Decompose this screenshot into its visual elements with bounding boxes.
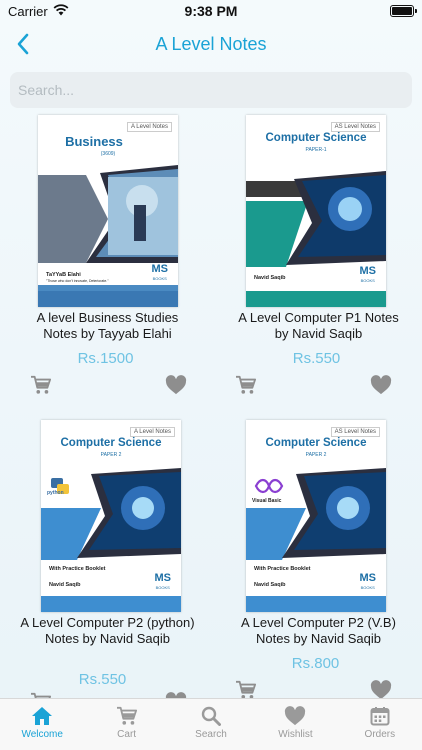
product-price: Rs.800 bbox=[291, 655, 340, 672]
cover-booklet: With Practice Booklet bbox=[49, 566, 106, 572]
add-to-cart-button[interactable] bbox=[29, 691, 53, 698]
cover-author: Navid Saqib bbox=[254, 275, 286, 281]
cover-title: Business bbox=[65, 134, 123, 149]
tab-search[interactable]: Search bbox=[169, 699, 253, 750]
cover-title: Computer Science bbox=[265, 132, 367, 144]
cover-subtitle: PAPER-1 bbox=[305, 147, 327, 153]
cover-title: Computer Science bbox=[265, 437, 367, 449]
wishlist-button[interactable] bbox=[369, 679, 393, 698]
cover-author: Navid Saqib bbox=[254, 582, 286, 588]
add-to-cart-button[interactable] bbox=[234, 679, 258, 698]
product-price: Rs.1500 bbox=[77, 350, 134, 367]
ms-books-logo: MS BOOKS bbox=[152, 264, 169, 283]
product-cover-image[interactable]: A Level Notes Computer Science PAPER 2 p… bbox=[41, 420, 181, 612]
status-left: Carrier bbox=[8, 4, 69, 19]
product-card[interactable]: AS Level Notes Computer Science PAPER-1 … bbox=[211, 110, 422, 410]
cart-icon bbox=[236, 680, 256, 698]
cover-subtitle: PAPER 2 bbox=[100, 452, 122, 458]
product-price: Rs.550 bbox=[292, 350, 341, 367]
wifi-icon bbox=[53, 3, 69, 19]
tab-label: Cart bbox=[117, 729, 137, 740]
tab-label: Orders bbox=[364, 729, 396, 740]
carrier-label: Carrier bbox=[8, 3, 48, 19]
home-icon bbox=[32, 707, 53, 725]
tab-cart[interactable]: Cart bbox=[84, 699, 168, 750]
back-button[interactable] bbox=[8, 28, 38, 60]
ms-books-logo: MS BOOKS bbox=[360, 266, 377, 285]
cart-icon bbox=[31, 375, 51, 394]
tab-label: Search bbox=[195, 729, 227, 740]
cover-author: Navid Saqib bbox=[49, 582, 81, 588]
cover-label: AS Level Notes bbox=[330, 427, 380, 437]
ms-books-logo: MS BOOKS bbox=[155, 573, 172, 592]
product-card[interactable]: A Level Notes Business (3609) TaYYaB Ela… bbox=[0, 110, 211, 410]
product-card[interactable]: A Level Notes Computer Science PAPER 2 p… bbox=[0, 415, 211, 698]
cover-title: Computer Science bbox=[60, 437, 162, 449]
product-cover-image[interactable]: AS Level Notes Computer Science PAPER 2 … bbox=[246, 420, 386, 612]
logo-subtext: BOOKS bbox=[152, 276, 167, 281]
nav-bar: A Level Notes bbox=[0, 22, 422, 66]
logo-subtext: BOOKS bbox=[360, 585, 375, 590]
heart-icon bbox=[165, 375, 187, 395]
add-to-cart-button[interactable] bbox=[29, 374, 53, 396]
add-to-cart-button[interactable] bbox=[234, 374, 258, 396]
battery-icon bbox=[390, 5, 417, 17]
product-title[interactable]: A Level Computer P1 Notes by Navid Saqib bbox=[231, 310, 406, 342]
wishlist-button[interactable] bbox=[369, 374, 393, 396]
cover-tagline: "Those who don't innovate, Deteriorate." bbox=[46, 279, 109, 283]
tab-label: Welcome bbox=[21, 729, 63, 740]
product-cover-image[interactable]: A Level Notes Business (3609) TaYYaB Ela… bbox=[38, 115, 178, 307]
search-bar bbox=[10, 72, 412, 108]
wishlist-button[interactable] bbox=[164, 691, 188, 698]
logo-subtext: BOOKS bbox=[155, 585, 170, 590]
cover-subtitle: (3609) bbox=[100, 151, 116, 157]
product-title[interactable]: A level Business Studies Notes by Tayyab… bbox=[20, 310, 195, 342]
search-icon bbox=[201, 706, 222, 726]
python-badge: python bbox=[47, 490, 64, 496]
page-title: A Level Notes bbox=[155, 33, 267, 54]
status-bar: Carrier 9:38 PM bbox=[0, 0, 422, 22]
tab-bar: Welcome Cart Search Wishlist Orders bbox=[0, 698, 422, 750]
product-cover-image[interactable]: AS Level Notes Computer Science PAPER-1 … bbox=[246, 115, 386, 307]
chevron-left-icon bbox=[17, 33, 29, 55]
cover-label: AS Level Notes bbox=[330, 122, 380, 132]
visual-basic-badge: Visual Basic bbox=[252, 498, 282, 504]
cart-icon bbox=[236, 375, 256, 394]
cover-subtitle: PAPER 2 bbox=[305, 452, 327, 458]
cover-author: TaYYaB Elahi bbox=[46, 272, 81, 278]
wishlist-button[interactable] bbox=[164, 374, 188, 396]
product-title[interactable]: A Level Computer P2 (python) Notes by Na… bbox=[20, 615, 195, 647]
tab-label: Wishlist bbox=[278, 729, 313, 740]
cart-icon bbox=[116, 706, 137, 725]
heart-icon bbox=[285, 706, 306, 726]
cover-booklet: With Practice Booklet bbox=[254, 566, 311, 572]
cover-label: A Level Notes bbox=[126, 122, 172, 132]
ms-books-logo: MS BOOKS bbox=[360, 573, 377, 592]
cover-label: A Level Notes bbox=[129, 427, 175, 437]
tab-orders[interactable]: Orders bbox=[338, 699, 422, 750]
product-title[interactable]: A Level Computer P2 (V.B) Notes by Navid… bbox=[231, 615, 406, 647]
tab-wishlist[interactable]: Wishlist bbox=[253, 699, 337, 750]
heart-icon bbox=[370, 680, 392, 698]
product-grid: A Level Notes Business (3609) TaYYaB Ela… bbox=[0, 110, 422, 698]
product-price: Rs.550 bbox=[78, 671, 127, 688]
calendar-icon bbox=[370, 707, 390, 726]
heart-icon bbox=[370, 375, 392, 395]
search-input[interactable] bbox=[10, 72, 412, 108]
product-card[interactable]: AS Level Notes Computer Science PAPER 2 … bbox=[211, 415, 422, 698]
logo-subtext: BOOKS bbox=[360, 278, 375, 283]
tab-welcome[interactable]: Welcome bbox=[0, 699, 84, 750]
